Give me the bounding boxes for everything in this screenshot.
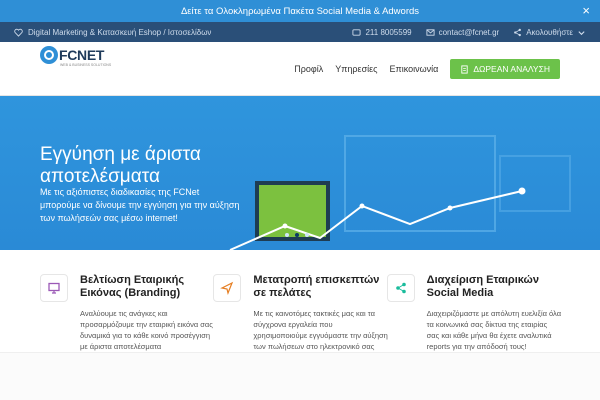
slider-dot[interactable]: [305, 233, 309, 237]
slider-dots: [285, 233, 309, 237]
feature-title: Βελτίωση Εταιρικής Εικόνας (Branding): [80, 274, 185, 299]
features-section: Βελτίωση Εταιρικής Εικόνας (Branding) Αν…: [0, 250, 600, 362]
promo-bar[interactable]: Δείτε τα Ολοκληρωμένα Πακέτα Social Medi…: [0, 0, 600, 22]
logo-mark: [40, 46, 58, 64]
hero-text: Με τις αξιόπιστες διαδικασίες της FCNet …: [40, 187, 240, 223]
chart-point: [518, 187, 526, 195]
heart-icon: [14, 28, 23, 37]
slider-dot[interactable]: [285, 233, 289, 237]
logo-text: FCNET: [59, 47, 105, 63]
email-address: contact@fcnet.gr: [438, 27, 500, 37]
free-analysis-button[interactable]: ΔΩΡΕΑΝ ΑΝΑΛΥΣΗ: [450, 59, 560, 79]
next-section-strip: [0, 352, 600, 400]
logo-subtitle: WEB & BUSINESS SOLUTIONS: [60, 63, 112, 67]
main-nav: Προφίλ Υπηρεσίες Επικοινωνία ΔΩΡΕΑΝ ΑΝΑΛ…: [294, 59, 560, 79]
feature-text: Αναλύουμε τις ανάγκες και προσαρμόζουμε …: [80, 309, 213, 351]
share-icon: [386, 274, 415, 302]
phone-icon: [352, 28, 362, 36]
free-analysis-label: ΔΩΡΕΑΝ ΑΝΑΛΥΣΗ: [473, 64, 550, 74]
chart-point: [282, 223, 288, 229]
side-screen: [499, 155, 571, 212]
feature-branding: Βελτίωση Εταιρικής Εικόνας (Branding) Αν…: [40, 250, 213, 351]
document-icon: [461, 64, 468, 74]
site-header: FCNET WEB & BUSINESS SOLUTIONS Προφίλ Υπ…: [0, 42, 600, 96]
top-info-bar: Digital Marketing & Κατασκευή Eshop / Ισ…: [0, 22, 600, 42]
close-icon[interactable]: ×: [582, 3, 590, 19]
nav-profile[interactable]: Προφίλ: [294, 64, 323, 74]
logo[interactable]: FCNET WEB & BUSINESS SOLUTIONS: [40, 44, 112, 67]
feature-social: Διαχείριση Εταιρικών Social Media Διαχει…: [386, 250, 562, 351]
hero-title: Εγγύηση με άριστα αποτελέσματα: [40, 144, 201, 187]
tagline: Digital Marketing & Κατασκευή Eshop / Ισ…: [28, 27, 212, 37]
nav-contact[interactable]: Επικοινωνία: [389, 64, 438, 74]
phone-number: 211 8005599: [365, 27, 412, 37]
follow-label: Ακολουθήστε: [526, 27, 573, 37]
back-monitor: [344, 135, 496, 232]
mail-icon: [426, 28, 435, 36]
send-icon: [213, 274, 242, 302]
nav-services[interactable]: Υπηρεσίες: [335, 64, 377, 74]
email-link[interactable]: contact@fcnet.gr: [426, 27, 500, 37]
chart-point: [359, 203, 365, 209]
feature-title: Μετατροπή επισκεπτών σε πελάτες: [253, 274, 380, 299]
follow-menu[interactable]: Ακολουθήστε: [513, 28, 586, 37]
chevron-down-icon: [578, 30, 585, 35]
phone-link[interactable]: 211 8005599: [352, 27, 412, 37]
slider-dot-active[interactable]: [295, 233, 299, 237]
monitor-icon: [40, 274, 68, 302]
share-icon: [514, 28, 522, 36]
hero-slider: Εγγύηση με άριστα αποτελέσματα Με τις αξ…: [0, 96, 600, 250]
promo-text[interactable]: Δείτε τα Ολοκληρωμένα Πακέτα Social Medi…: [181, 6, 419, 17]
feature-conversion: Μετατροπή επισκεπτών σε πελάτες Με τις κ…: [213, 250, 388, 362]
feature-text: Διαχειριζόμαστε με απόλυτη ευελιξία όλα …: [426, 309, 562, 351]
feature-title: Διαχείριση Εταιρικών Social Media: [426, 274, 539, 299]
chart-point: [447, 205, 453, 211]
